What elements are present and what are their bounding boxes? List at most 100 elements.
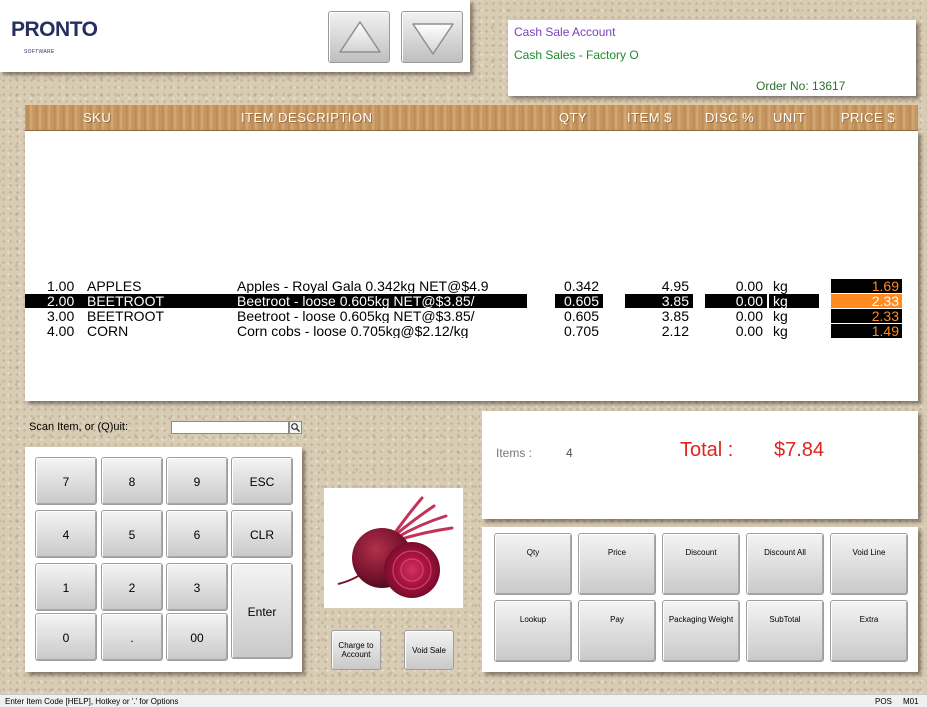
row-number: 1.00 — [47, 278, 75, 294]
scan-label: Scan Item, or (Q)uit: — [29, 421, 129, 433]
row-number: 4.00 — [47, 323, 75, 339]
row-description: Corn cobs - loose 0.705kg@$2.12/kg — [237, 324, 469, 338]
key-4[interactable]: 4 — [35, 510, 97, 558]
items-count-label: Items : — [496, 446, 533, 460]
row-description: Apples - Royal Gala 0.342kg NET@$4.9 — [237, 279, 489, 293]
packaging-weight-button[interactable]: Packaging Weight — [662, 600, 740, 662]
key-1[interactable]: 1 — [35, 563, 97, 611]
scroll-down-button[interactable] — [401, 11, 463, 63]
row-item-price: 4.95 — [661, 278, 689, 294]
row-unit: kg — [773, 278, 788, 294]
account-name: Cash Sale Account — [514, 25, 616, 39]
void-line-button[interactable]: Void Line — [830, 533, 908, 595]
row-price: 1.69 — [831, 279, 902, 293]
key-7[interactable]: 7 — [35, 457, 97, 505]
status-hint: Enter Item Code [HELP], Hotkey or '.' fo… — [5, 697, 179, 706]
pay-button[interactable]: Pay — [578, 600, 656, 662]
row-sku: APPLES — [87, 278, 142, 294]
row-discount: 0.00 — [735, 293, 763, 309]
row-qty: 0.605 — [563, 293, 599, 309]
discount-all-button[interactable]: Discount All — [746, 533, 824, 595]
row-item-price: 3.85 — [661, 308, 689, 324]
row-sku: CORN — [87, 323, 129, 339]
row-price: 2.33 — [831, 294, 902, 308]
logo: PRONTO — [11, 18, 98, 41]
account-panel: Cash Sale Account Cash Sales - Factory O… — [508, 20, 916, 96]
qty-button[interactable]: Qty — [494, 533, 572, 595]
scan-input[interactable] — [171, 421, 289, 434]
row-description: Beetroot - loose 0.605kg NET@$3.85/ — [237, 294, 475, 308]
down-arrow-icon — [412, 23, 454, 55]
logo-subtitle: SOFTWARE — [24, 49, 55, 55]
key-5[interactable]: 5 — [101, 510, 163, 558]
key-3[interactable]: 3 — [166, 563, 228, 611]
numeric-keypad: 7 8 9 ESC 4 5 6 CLR 1 2 3 Enter 0 . 00 — [25, 447, 302, 672]
table-row[interactable]: 3.00 BEETROOT Beetroot - loose 0.605kg N… — [25, 309, 918, 323]
row-item-price: 2.12 — [661, 323, 689, 339]
row-unit: kg — [773, 308, 788, 324]
extra-button[interactable]: Extra — [830, 600, 908, 662]
beetroot-image — [337, 496, 454, 598]
status-pos: POS — [875, 697, 892, 706]
up-arrow-icon — [339, 21, 381, 53]
key-escape[interactable]: ESC — [231, 457, 293, 505]
total-amount: $7.84 — [774, 439, 825, 461]
charge-to-account-button[interactable]: Charge to Account — [331, 630, 381, 670]
discount-button[interactable]: Discount — [662, 533, 740, 595]
key-00[interactable]: 00 — [166, 613, 228, 661]
totals-panel: Items : 4 Total : $7.84 — [482, 411, 918, 519]
order-number: Order No: 13617 — [756, 79, 846, 93]
header-logo-panel: PRONTO SOFTWARE — [0, 0, 470, 72]
row-sku: BEETROOT — [87, 293, 165, 309]
col-qty: QTY — [559, 110, 588, 125]
table-row-selected[interactable]: 2.00 BEETROOT Beetroot - loose 0.605kg N… — [25, 294, 918, 308]
row-qty: 0.705 — [563, 323, 599, 339]
void-sale-button[interactable]: Void Sale — [404, 630, 454, 670]
row-price: 2.33 — [831, 309, 902, 323]
item-table-header: SKU ITEM DESCRIPTION QTY ITEM $ DISC % U… — [25, 104, 918, 131]
row-discount: 0.00 — [735, 323, 763, 339]
key-9[interactable]: 9 — [166, 457, 228, 505]
key-0[interactable]: 0 — [35, 613, 97, 661]
table-row[interactable]: 4.00 CORN Corn cobs - loose 0.705kg@$2.1… — [25, 324, 918, 338]
status-bar: Enter Item Code [HELP], Hotkey or '.' fo… — [0, 694, 927, 707]
scroll-up-button[interactable] — [328, 11, 390, 63]
col-item-price: ITEM $ — [627, 110, 672, 125]
row-price: 1.49 — [831, 324, 902, 338]
key-clear[interactable]: CLR — [231, 510, 293, 558]
col-sku: SKU — [83, 110, 112, 125]
total-label: Total : — [680, 439, 734, 461]
status-mode: M01 — [903, 697, 919, 706]
function-buttons: Qty Price Discount Discount All Void Lin… — [482, 527, 918, 672]
key-2[interactable]: 2 — [101, 563, 163, 611]
row-sku: BEETROOT — [87, 308, 165, 324]
item-list[interactable]: 1.00 APPLES Apples - Royal Gala 0.342kg … — [25, 131, 918, 401]
row-number: 3.00 — [47, 308, 75, 324]
key-enter[interactable]: Enter — [231, 563, 293, 659]
col-unit: UNIT — [773, 110, 806, 125]
row-item-price: 3.85 — [661, 293, 689, 309]
key-6[interactable]: 6 — [166, 510, 228, 558]
product-image — [324, 488, 463, 608]
row-unit: kg — [773, 323, 788, 339]
row-qty: 0.605 — [563, 308, 599, 324]
items-count: 4 — [566, 446, 573, 460]
logo-box: PRONTO SOFTWARE — [0, 0, 470, 72]
account-branch: Cash Sales - Factory O — [514, 48, 639, 62]
col-discount: DISC % — [705, 110, 755, 125]
table-row[interactable]: 1.00 APPLES Apples - Royal Gala 0.342kg … — [25, 279, 918, 293]
key-decimal[interactable]: . — [101, 613, 163, 661]
row-discount: 0.00 — [735, 278, 763, 294]
magnifier-icon[interactable] — [289, 421, 302, 434]
row-unit: kg — [773, 293, 788, 309]
col-description: ITEM DESCRIPTION — [241, 110, 373, 125]
row-qty: 0.342 — [563, 278, 599, 294]
row-discount: 0.00 — [735, 308, 763, 324]
col-price: PRICE $ — [841, 110, 896, 125]
lookup-button[interactable]: Lookup — [494, 600, 572, 662]
price-button[interactable]: Price — [578, 533, 656, 595]
subtotal-button[interactable]: SubTotal — [746, 600, 824, 662]
row-number: 2.00 — [47, 293, 75, 309]
key-8[interactable]: 8 — [101, 457, 163, 505]
row-description: Beetroot - loose 0.605kg NET@$3.85/ — [237, 309, 475, 323]
